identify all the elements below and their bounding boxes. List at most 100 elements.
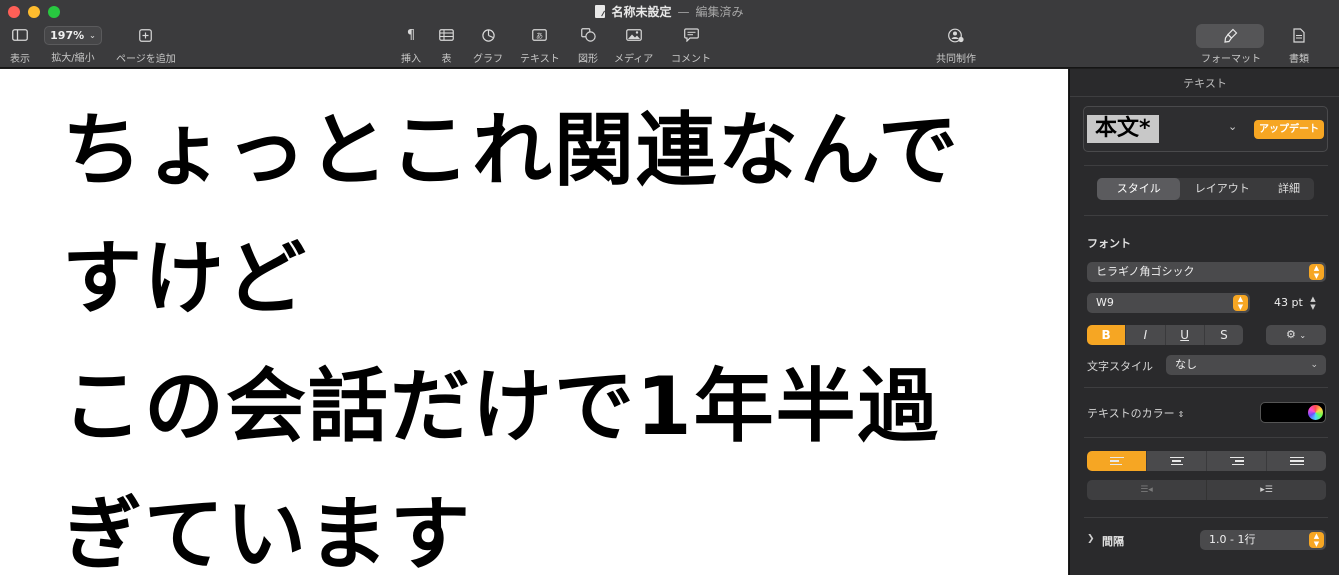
inspector-title: テキスト bbox=[1183, 77, 1227, 90]
strikethrough-button[interactable]: S bbox=[1205, 325, 1243, 345]
align-left-button[interactable] bbox=[1087, 451, 1147, 471]
comment-icon bbox=[683, 26, 699, 44]
indent-icon: ▸☰ bbox=[1260, 485, 1273, 495]
shape-button[interactable]: 図形 bbox=[578, 26, 598, 65]
chevron-down-icon: ⌄ bbox=[89, 31, 96, 40]
gear-icon: ⚙ bbox=[1285, 328, 1296, 341]
svg-text:あ: あ bbox=[536, 32, 543, 40]
font-size-field[interactable]: 43 pt ▲ ▼ bbox=[1274, 293, 1316, 313]
spacing-select[interactable]: 1.0 - 1行 ▲ ▼ bbox=[1200, 530, 1326, 550]
justify-icon bbox=[1289, 456, 1304, 466]
text-line[interactable]: すけど bbox=[62, 215, 1052, 343]
char-style-select[interactable]: なし ⌄ bbox=[1166, 355, 1326, 375]
text-line[interactable]: この会話だけで1年半過 bbox=[62, 343, 1052, 471]
chevron-down-icon: ⌄ bbox=[1299, 331, 1307, 340]
chart-button[interactable]: グラフ bbox=[473, 26, 503, 65]
divider bbox=[1070, 96, 1339, 97]
outdent-icon: ☰◂ bbox=[1140, 485, 1153, 495]
italic-button[interactable]: I bbox=[1126, 325, 1166, 345]
align-center-button[interactable] bbox=[1147, 451, 1207, 471]
color-wheel-icon[interactable] bbox=[1308, 405, 1323, 420]
document-button[interactable]: 書類 bbox=[1289, 26, 1309, 65]
paragraph-icon: ¶ bbox=[406, 27, 416, 43]
advanced-options-button[interactable]: ⚙ ⌄ bbox=[1266, 325, 1326, 345]
edit-status: 編集済み bbox=[695, 5, 744, 19]
up-down-arrows-icon: ▲ ▼ bbox=[1309, 264, 1324, 280]
font-section-title: フォント bbox=[1087, 237, 1131, 250]
font-family-value: ヒラギノ角ゴシック bbox=[1096, 265, 1195, 278]
format-inspector: テキスト 本文* ⌄ アップデート スタイル レイアウト 詳細 フォント ヒラギ… bbox=[1069, 69, 1339, 575]
font-size-value: 43 pt bbox=[1274, 296, 1303, 309]
font-size-stepper-icon[interactable]: ▲ ▼ bbox=[1310, 295, 1315, 311]
text-emphasis-buttons: B I U S bbox=[1087, 325, 1243, 345]
up-down-arrows-icon: ▲ ▼ bbox=[1309, 532, 1324, 548]
chart-icon bbox=[481, 26, 495, 44]
collaborate-button[interactable]: 共同制作 bbox=[936, 26, 976, 65]
zoom-select[interactable]: 197% ⌄ bbox=[44, 26, 102, 45]
align-left-icon bbox=[1109, 456, 1124, 466]
table-icon bbox=[439, 26, 454, 44]
justify-button[interactable] bbox=[1267, 451, 1326, 471]
align-center-icon bbox=[1169, 456, 1184, 466]
view-button[interactable]: 表示 bbox=[10, 26, 30, 65]
tab-style[interactable]: スタイル bbox=[1097, 178, 1181, 200]
zoom-control[interactable]: 197% ⌄ 拡大/縮小 bbox=[44, 26, 102, 64]
insert-button[interactable]: ¶ 挿入 bbox=[401, 26, 421, 66]
document-canvas[interactable]: ちょっとこれ関連なんで すけど この会話だけで1年半過 ぎています bbox=[0, 69, 1068, 575]
text-color-label[interactable]: テキストのカラー ⇕ bbox=[1087, 405, 1184, 421]
format-button[interactable]: フォーマット bbox=[1201, 26, 1261, 65]
paintbrush-icon bbox=[1224, 26, 1238, 44]
char-style-value: なし bbox=[1175, 358, 1197, 371]
align-right-icon bbox=[1229, 456, 1244, 466]
font-weight-value: W9 bbox=[1096, 296, 1114, 309]
text-color-well[interactable] bbox=[1260, 402, 1326, 423]
media-button[interactable]: メディア bbox=[614, 26, 653, 65]
char-style-label: 文字スタイル bbox=[1087, 360, 1153, 373]
chevron-down-icon[interactable]: ⌄ bbox=[1228, 120, 1237, 133]
divider bbox=[1084, 437, 1328, 438]
divider bbox=[1084, 387, 1328, 388]
tab-details[interactable]: 詳細 bbox=[1264, 178, 1314, 200]
zoom-value: 197% bbox=[50, 29, 85, 42]
font-family-select[interactable]: ヒラギノ角ゴシック ▲ ▼ bbox=[1087, 262, 1326, 282]
divider bbox=[1084, 165, 1328, 166]
text-line[interactable]: ちょっとこれ関連なんで bbox=[62, 87, 1052, 215]
document-name[interactable]: 名称未設定 bbox=[611, 5, 671, 19]
add-page-icon bbox=[139, 26, 153, 44]
paragraph-style-picker[interactable]: 本文* ⌄ アップデート bbox=[1083, 106, 1328, 152]
font-weight-select[interactable]: W9 ▲ ▼ bbox=[1087, 293, 1250, 313]
table-button[interactable]: 表 bbox=[439, 26, 454, 65]
update-style-button[interactable]: アップデート bbox=[1254, 120, 1324, 139]
document-icon bbox=[595, 5, 606, 18]
shape-icon bbox=[580, 26, 596, 44]
chevron-right-icon[interactable]: ❯ bbox=[1087, 534, 1095, 544]
increase-indent-button[interactable]: ▸☰ bbox=[1207, 480, 1326, 500]
indent-buttons: ☰◂ ▸☰ bbox=[1087, 480, 1326, 500]
window-toolbar: 名称未設定 — 編集済み 表示 197% ⌄ 拡大/縮小 ページを追加 ¶ 挿入 表 bbox=[0, 0, 1339, 68]
align-right-button[interactable] bbox=[1207, 451, 1267, 471]
text-box-icon: あ bbox=[532, 26, 548, 44]
add-page-button[interactable]: ページを追加 bbox=[116, 26, 176, 65]
inspector-tabs: スタイル レイアウト 詳細 bbox=[1097, 178, 1314, 200]
text-line[interactable]: ぎています bbox=[62, 471, 1052, 575]
sidebar-icon bbox=[12, 26, 28, 44]
collaborate-icon bbox=[948, 26, 964, 44]
up-down-arrows-icon: ▲ ▼ bbox=[1233, 295, 1248, 311]
spacing-label: 間隔 bbox=[1102, 535, 1124, 548]
bold-button[interactable]: B bbox=[1087, 325, 1127, 345]
underline-button[interactable]: U bbox=[1166, 325, 1205, 345]
spacing-value: 1.0 - 1行 bbox=[1209, 533, 1256, 546]
up-down-arrows-icon: ⇕ bbox=[1177, 410, 1185, 419]
text-button[interactable]: あ テキスト bbox=[520, 26, 560, 65]
chevron-down-icon: ⌄ bbox=[1310, 360, 1318, 370]
divider bbox=[1084, 215, 1328, 216]
photo-icon bbox=[625, 26, 642, 44]
comment-button[interactable]: コメント bbox=[671, 26, 711, 65]
tab-layout[interactable]: レイアウト bbox=[1180, 178, 1263, 200]
decrease-indent-button[interactable]: ☰◂ bbox=[1087, 480, 1207, 500]
alignment-buttons bbox=[1087, 451, 1326, 471]
paragraph-style-name: 本文* bbox=[1087, 115, 1159, 143]
document-body-text[interactable]: ちょっとこれ関連なんで すけど この会話だけで1年半過 ぎています bbox=[62, 87, 1052, 575]
divider bbox=[1084, 517, 1328, 518]
window-title: 名称未設定 — 編集済み bbox=[0, 3, 1339, 20]
